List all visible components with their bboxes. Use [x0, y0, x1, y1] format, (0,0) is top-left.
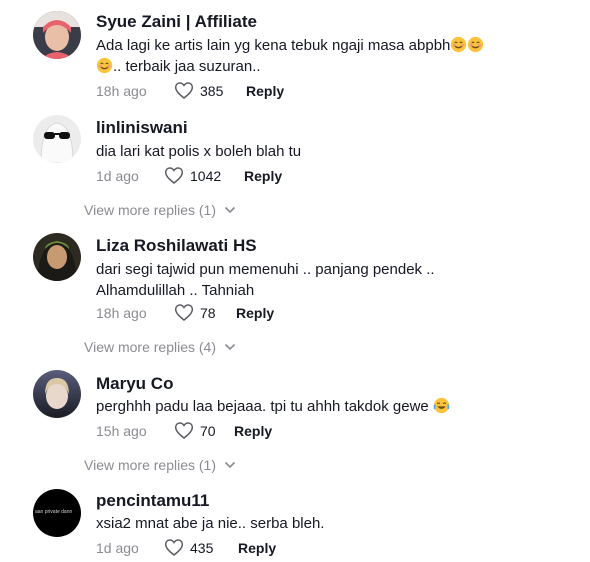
heart-outline-icon [164, 539, 184, 556]
avatar[interactable] [33, 11, 81, 59]
comment-text: Ada lagi ke artis lain yg kena tebuk nga… [96, 35, 536, 77]
heart-outline-icon [174, 422, 194, 439]
comment-username[interactable]: Liza Roshilawati HS [96, 236, 257, 256]
comment-meta: 15h ago 70 Reply [96, 421, 396, 443]
comment-time: 1d ago [96, 168, 139, 184]
reply-button[interactable]: Reply [246, 83, 284, 99]
heart-outline-icon [174, 82, 194, 99]
like-count: 78 [200, 304, 216, 321]
avatar[interactable] [33, 370, 81, 418]
view-more-label: View more replies (4) [84, 339, 217, 355]
comment-text: perghhh padu laa bejaaa. tpi tu ahhh tak… [96, 396, 536, 417]
comment-meta: 1d ago 435 Reply [96, 538, 396, 560]
comment-text: dari segi tajwid pun memenuhi .. panjang… [96, 259, 536, 301]
view-more-label: View more replies (1) [84, 457, 217, 473]
comment-text-line: Alhamdulillah .. Tahniah [96, 282, 255, 299]
view-more-label: View more replies (1) [84, 202, 217, 218]
like-button[interactable]: 1042 [164, 166, 221, 185]
avatar[interactable]: aan private dann [33, 489, 81, 537]
like-count: 435 [190, 539, 214, 556]
like-button[interactable]: 385 [174, 81, 223, 100]
view-more-replies[interactable]: View more replies (4) [84, 339, 236, 355]
like-button[interactable]: 70 [174, 421, 216, 440]
comment-time: 15h ago [96, 423, 147, 439]
heart-outline-icon [174, 304, 194, 321]
view-more-replies[interactable]: View more replies (1) [84, 202, 236, 218]
reply-button[interactable]: Reply [238, 540, 276, 556]
avatar[interactable] [33, 115, 81, 163]
view-more-replies[interactable]: View more replies (1) [84, 457, 236, 473]
like-count: 1042 [190, 167, 222, 184]
smiling-face-emoji [468, 36, 484, 53]
reply-button[interactable]: Reply [234, 423, 272, 439]
like-count: 385 [200, 82, 224, 99]
chevron-down-icon [224, 206, 236, 214]
reply-button[interactable]: Reply [244, 168, 282, 184]
comment-time: 18h ago [96, 83, 147, 99]
comment-time: 1d ago [96, 540, 139, 556]
comment-username[interactable]: Maryu Co [96, 374, 173, 394]
comment-meta: 1d ago 1042 Reply [96, 166, 396, 188]
smiling-face-emoji [451, 36, 467, 53]
reply-button[interactable]: Reply [236, 305, 274, 321]
avatar[interactable] [33, 233, 81, 281]
comment-text-line: perghhh padu laa bejaaa. tpi tu ahhh tak… [96, 398, 429, 415]
chevron-down-icon [224, 343, 236, 351]
comment-username[interactable]: Syue Zaini | Affiliate [96, 12, 257, 32]
like-count: 70 [200, 422, 216, 439]
comment-meta: 18h ago 385 Reply [96, 81, 396, 103]
avatar-caption: aan private dann [35, 509, 73, 515]
comment-text-line: dari segi tajwid pun memenuhi .. panjang… [96, 261, 435, 278]
like-button[interactable]: 78 [174, 303, 216, 322]
comment-text: xsia2 mnat abe ja nie.. serba bleh. [96, 515, 325, 532]
chevron-down-icon [224, 461, 236, 469]
comment-text: dia lari kat polis x boleh blah tu [96, 143, 302, 160]
comment-meta: 18h ago 78 Reply [96, 303, 396, 325]
comment-time: 18h ago [96, 305, 147, 321]
comment-text-line: Ada lagi ke artis lain yg kena tebuk nga… [96, 37, 451, 54]
comment-text-line: .. terbaik jaa suzuran.. [113, 58, 261, 75]
smiling-face-emoji [96, 57, 113, 74]
heart-outline-icon [164, 167, 184, 184]
comment-username[interactable]: linliniswani [96, 118, 188, 138]
like-button[interactable]: 435 [164, 538, 213, 557]
comment-username[interactable]: pencintamu11 [96, 491, 209, 511]
tears-of-joy-emoji [433, 397, 450, 414]
